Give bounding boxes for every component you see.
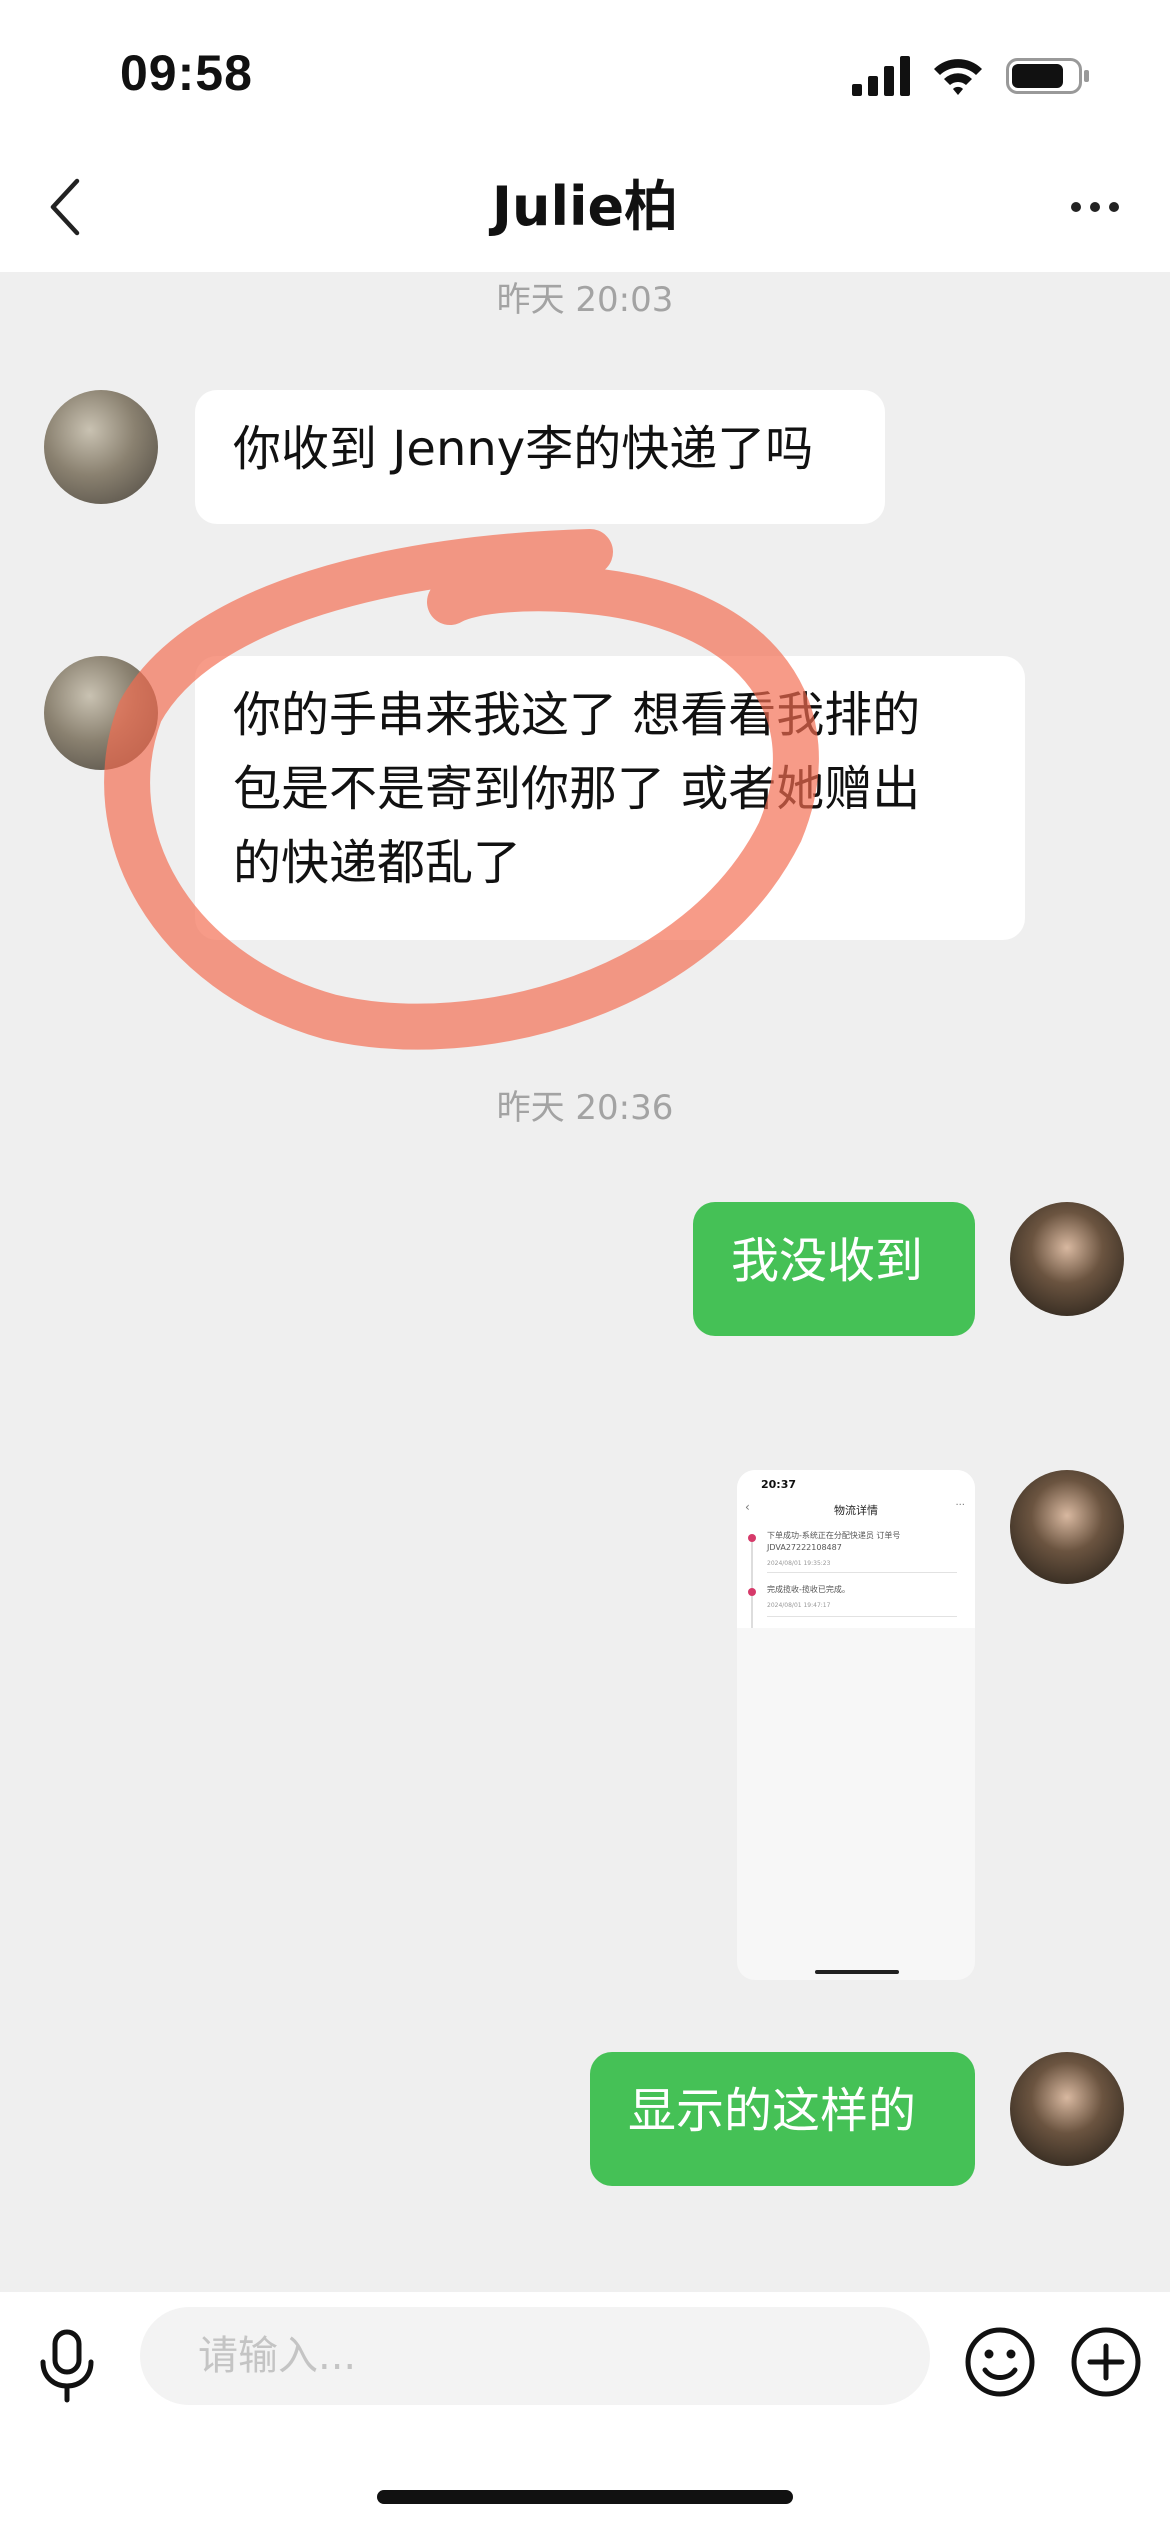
incoming-message[interactable]: 你收到 Jenny李的快递了吗 <box>195 390 885 524</box>
plus-icon <box>1071 2327 1141 2397</box>
contact-avatar[interactable] <box>44 656 158 770</box>
more-dots-icon: ··· <box>955 1500 965 1511</box>
smiley-icon <box>965 2327 1035 2397</box>
timeline-event-date: 2024/08/01 19:47:17 <box>767 1602 831 1609</box>
message-list[interactable]: 昨天 20:03 你收到 Jenny李的快递了吗 你的手串来我这了 想看看我排的… <box>0 272 1170 2292</box>
message-line: 包是不是寄到你那了 或者她赠出 <box>233 761 921 817</box>
timestamp: 昨天 20:36 <box>496 1088 674 1128</box>
home-indicator <box>377 2490 793 2504</box>
message-line: 的快递都乱了 <box>233 835 522 891</box>
timestamp: 昨天 20:03 <box>496 280 674 320</box>
image-message[interactable]: 20:37 ‹ 物流详情 ··· 下单成功-系统正在分配快递员 订单号JDVA2… <box>737 1470 975 1980</box>
chat-title: Julie柏 <box>491 175 679 238</box>
more-dots-icon <box>1071 202 1119 212</box>
user-avatar[interactable] <box>1010 2052 1124 2166</box>
message-line: 你的手串来我这了 想看看我排的 <box>233 687 921 743</box>
emoji-button[interactable] <box>962 2324 1038 2400</box>
chat-header: Julie柏 <box>0 150 1170 272</box>
input-bar <box>0 2292 1170 2532</box>
microphone-icon <box>40 2329 94 2403</box>
voice-button[interactable] <box>32 2326 102 2406</box>
timeline-dot <box>748 1588 756 1596</box>
contact-avatar[interactable] <box>44 390 158 504</box>
incoming-message[interactable]: 你的手串来我这了 想看看我排的 包是不是寄到你那了 或者她赠出 的快递都乱了 <box>195 656 1025 940</box>
add-attachment-button[interactable] <box>1068 2324 1144 2400</box>
timeline-dot <box>748 1534 756 1542</box>
more-options-button[interactable] <box>1050 172 1140 242</box>
message-input[interactable] <box>140 2307 930 2405</box>
user-avatar[interactable] <box>1010 1202 1124 1316</box>
cellular-signal-icon <box>852 56 910 96</box>
status-time: 09:58 <box>120 45 253 101</box>
wifi-icon <box>934 59 982 95</box>
outgoing-message[interactable]: 显示的这样的 <box>590 2052 975 2186</box>
timeline-event-text: 完成揽收-揽收已完成。 <box>767 1585 850 1594</box>
user-avatar[interactable] <box>1010 1470 1124 1584</box>
screenshot-time: 20:37 <box>761 1478 797 1491</box>
battery-icon <box>1006 58 1089 94</box>
outgoing-message[interactable]: 我没收到 <box>693 1202 975 1336</box>
home-indicator <box>815 1970 899 1974</box>
timeline-event-date: 2024/08/01 19:35:23 <box>767 1560 831 1567</box>
status-bar: 09:58 <box>0 0 1170 150</box>
highlight-circle-annotation <box>104 529 819 1050</box>
screenshot-title: 物流详情 <box>834 1504 878 1517</box>
timeline-event-text: 下单成功-系统正在分配快递员 订单号JDVA27222108487 <box>767 1531 901 1552</box>
